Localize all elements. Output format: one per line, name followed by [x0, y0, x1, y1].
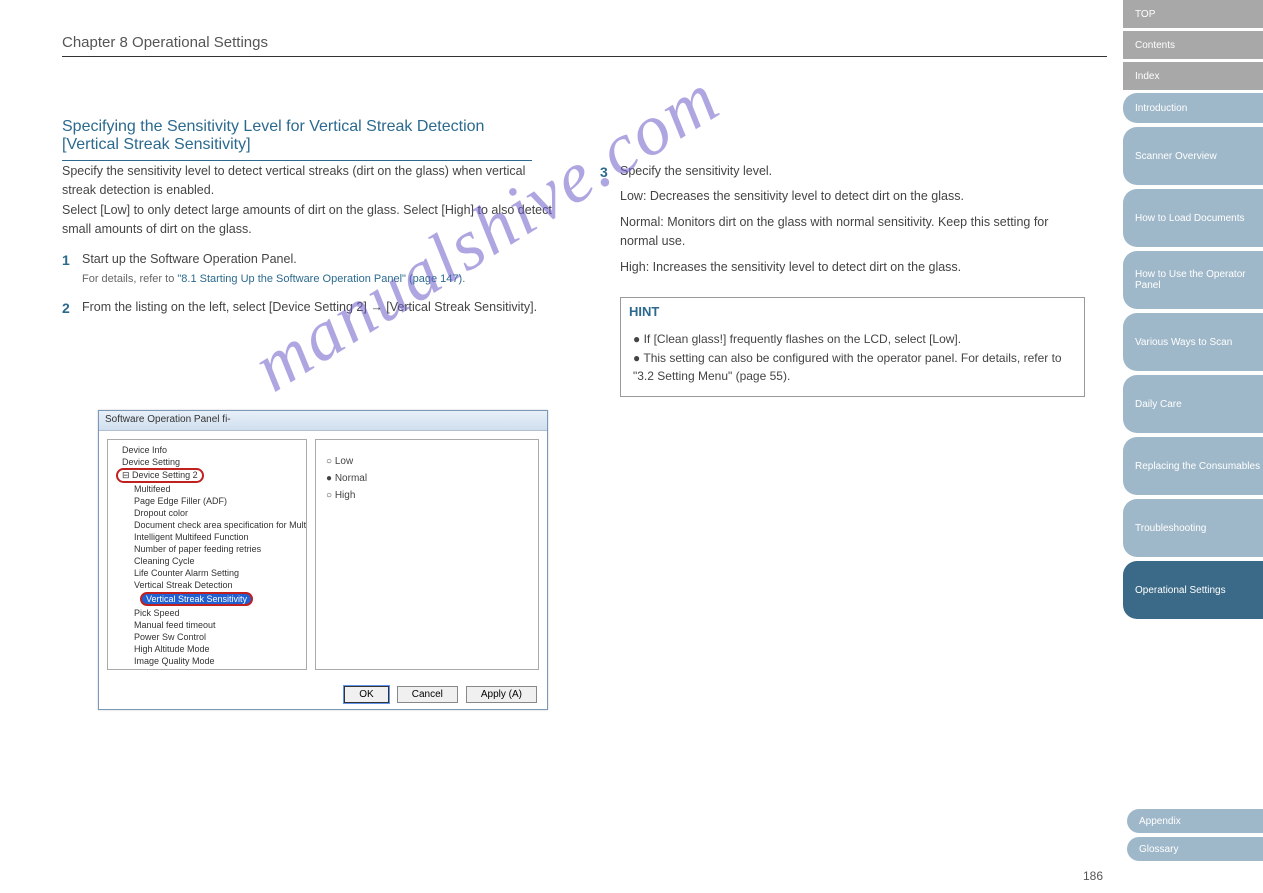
- radio-high[interactable]: High: [326, 490, 528, 501]
- tree-vertical-streak-detection[interactable]: Vertical Streak Detection: [112, 579, 302, 591]
- tree-multifeed[interactable]: Multifeed: [112, 483, 302, 495]
- tree-manual-feed-timeout[interactable]: Manual feed timeout: [112, 619, 302, 631]
- tree-intelligent-multifeed[interactable]: Intelligent Multifeed Function: [112, 531, 302, 543]
- body-text-left: Specify the sensitivity level to detect …: [62, 162, 552, 330]
- hint-bullet-2: ● This setting can also be configured wi…: [633, 349, 1072, 386]
- sidebar-load-documents[interactable]: How to Load Documents: [1123, 189, 1263, 247]
- page-number: 186: [1083, 869, 1103, 883]
- step-1: 1 Start up the Software Operation Panel.…: [62, 250, 552, 288]
- sidebar-operational-settings[interactable]: Operational Settings: [1123, 561, 1263, 619]
- sidebar-glossary[interactable]: Glossary: [1127, 837, 1263, 861]
- dialog-titlebar: Software Operation Panel fi-: [99, 411, 547, 431]
- step-3: 3 Specify the sensitivity level. Low: De…: [600, 162, 1085, 397]
- cancel-button[interactable]: Cancel: [397, 686, 458, 703]
- sidebar-appendix[interactable]: Appendix: [1127, 809, 1263, 833]
- chapter-heading: Chapter 8 Operational Settings: [62, 34, 268, 51]
- section-title: Specifying the Sensitivity Level for Ver…: [62, 118, 532, 161]
- tree-pick-speed[interactable]: Pick Speed: [112, 607, 302, 619]
- tree-paper-feed-retries[interactable]: Number of paper feeding retries: [112, 543, 302, 555]
- hint-box: HINT ● If [Clean glass!] frequently flas…: [620, 297, 1085, 397]
- tree-image-quality-mode[interactable]: Image Quality Mode: [112, 655, 302, 667]
- radio-normal[interactable]: Normal: [326, 473, 528, 484]
- tree-device-info[interactable]: Device Info: [112, 444, 302, 456]
- intro-paragraph: Specify the sensitivity level to detect …: [62, 162, 552, 240]
- tree-power-sw-control[interactable]: Power Sw Control: [112, 631, 302, 643]
- hint-ref-link[interactable]: "3.2 Setting Menu" (page 55): [633, 369, 787, 383]
- sidebar-contents[interactable]: Contents: [1123, 31, 1263, 59]
- apply-button[interactable]: Apply (A): [466, 686, 537, 703]
- tree-panel[interactable]: Device Info Device Setting ⊟ Device Sett…: [107, 439, 307, 670]
- tree-life-counter-alarm[interactable]: Life Counter Alarm Setting: [112, 567, 302, 579]
- tree-dropout-color[interactable]: Dropout color: [112, 507, 302, 519]
- sidebar-nav: TOP Contents Index Introduction Scanner …: [1119, 0, 1263, 893]
- body-text-right: 3 Specify the sensitivity level. Low: De…: [600, 162, 1085, 407]
- ok-button[interactable]: OK: [344, 686, 388, 703]
- sidebar-daily-care[interactable]: Daily Care: [1123, 375, 1263, 433]
- step-1-number: 1: [62, 250, 82, 288]
- options-panel: Low Normal High: [315, 439, 539, 670]
- hint-heading: HINT: [621, 298, 1084, 326]
- step-1-hint-suffix: .: [462, 273, 465, 285]
- sidebar-introduction[interactable]: Introduction: [1123, 93, 1263, 123]
- option-high: High: Increases the sensitivity level to…: [620, 258, 1085, 277]
- sidebar-top[interactable]: TOP: [1123, 0, 1263, 28]
- tree-cleaning-cycle[interactable]: Cleaning Cycle: [112, 555, 302, 567]
- step-3-number: 3: [600, 162, 620, 397]
- sidebar-troubleshooting[interactable]: Troubleshooting: [1123, 499, 1263, 557]
- step-2-number: 2: [62, 298, 82, 320]
- radio-low[interactable]: Low: [326, 456, 528, 467]
- tree-device-setting[interactable]: Device Setting: [112, 456, 302, 468]
- sidebar-index[interactable]: Index: [1123, 62, 1263, 90]
- sidebar-replacing-consumables[interactable]: Replacing the Consumables: [1123, 437, 1263, 495]
- tree-page-edge-filler[interactable]: Page Edge Filler (ADF): [112, 495, 302, 507]
- sidebar-ways-to-scan[interactable]: Various Ways to Scan: [1123, 313, 1263, 371]
- option-low: Low: Decreases the sensitivity level to …: [620, 187, 1085, 206]
- sidebar-scanner-overview[interactable]: Scanner Overview: [1123, 127, 1263, 185]
- top-rule: [62, 56, 1107, 57]
- tree-high-altitude-mode[interactable]: High Altitude Mode: [112, 643, 302, 655]
- hint-bullet-1: ● If [Clean glass!] frequently flashes o…: [633, 330, 1072, 349]
- step-1-text: Start up the Software Operation Panel.: [82, 250, 552, 269]
- software-operation-panel-dialog: Software Operation Panel fi- Device Info…: [98, 410, 548, 710]
- step-2-text: From the listing on the left, select [De…: [82, 298, 552, 320]
- tree-doc-check-area[interactable]: Document check area specification for Mu…: [112, 519, 302, 531]
- tree-device-setting-2[interactable]: ⊟ Device Setting 2: [116, 468, 204, 483]
- step-1-ref-link[interactable]: "8.1 Starting Up the Software Operation …: [177, 273, 462, 285]
- step-3-text: Specify the sensitivity level.: [620, 162, 1085, 181]
- sidebar-operator-panel[interactable]: How to Use the Operator Panel: [1123, 251, 1263, 309]
- tree-vertical-streak-sensitivity[interactable]: Vertical Streak Sensitivity: [130, 591, 253, 607]
- step-1-hint-prefix: For details, refer to: [82, 273, 177, 285]
- step-2: 2 From the listing on the left, select […: [62, 298, 552, 320]
- option-normal: Normal: Monitors dirt on the glass with …: [620, 213, 1085, 252]
- step-1-hint: For details, refer to "8.1 Starting Up t…: [82, 271, 552, 288]
